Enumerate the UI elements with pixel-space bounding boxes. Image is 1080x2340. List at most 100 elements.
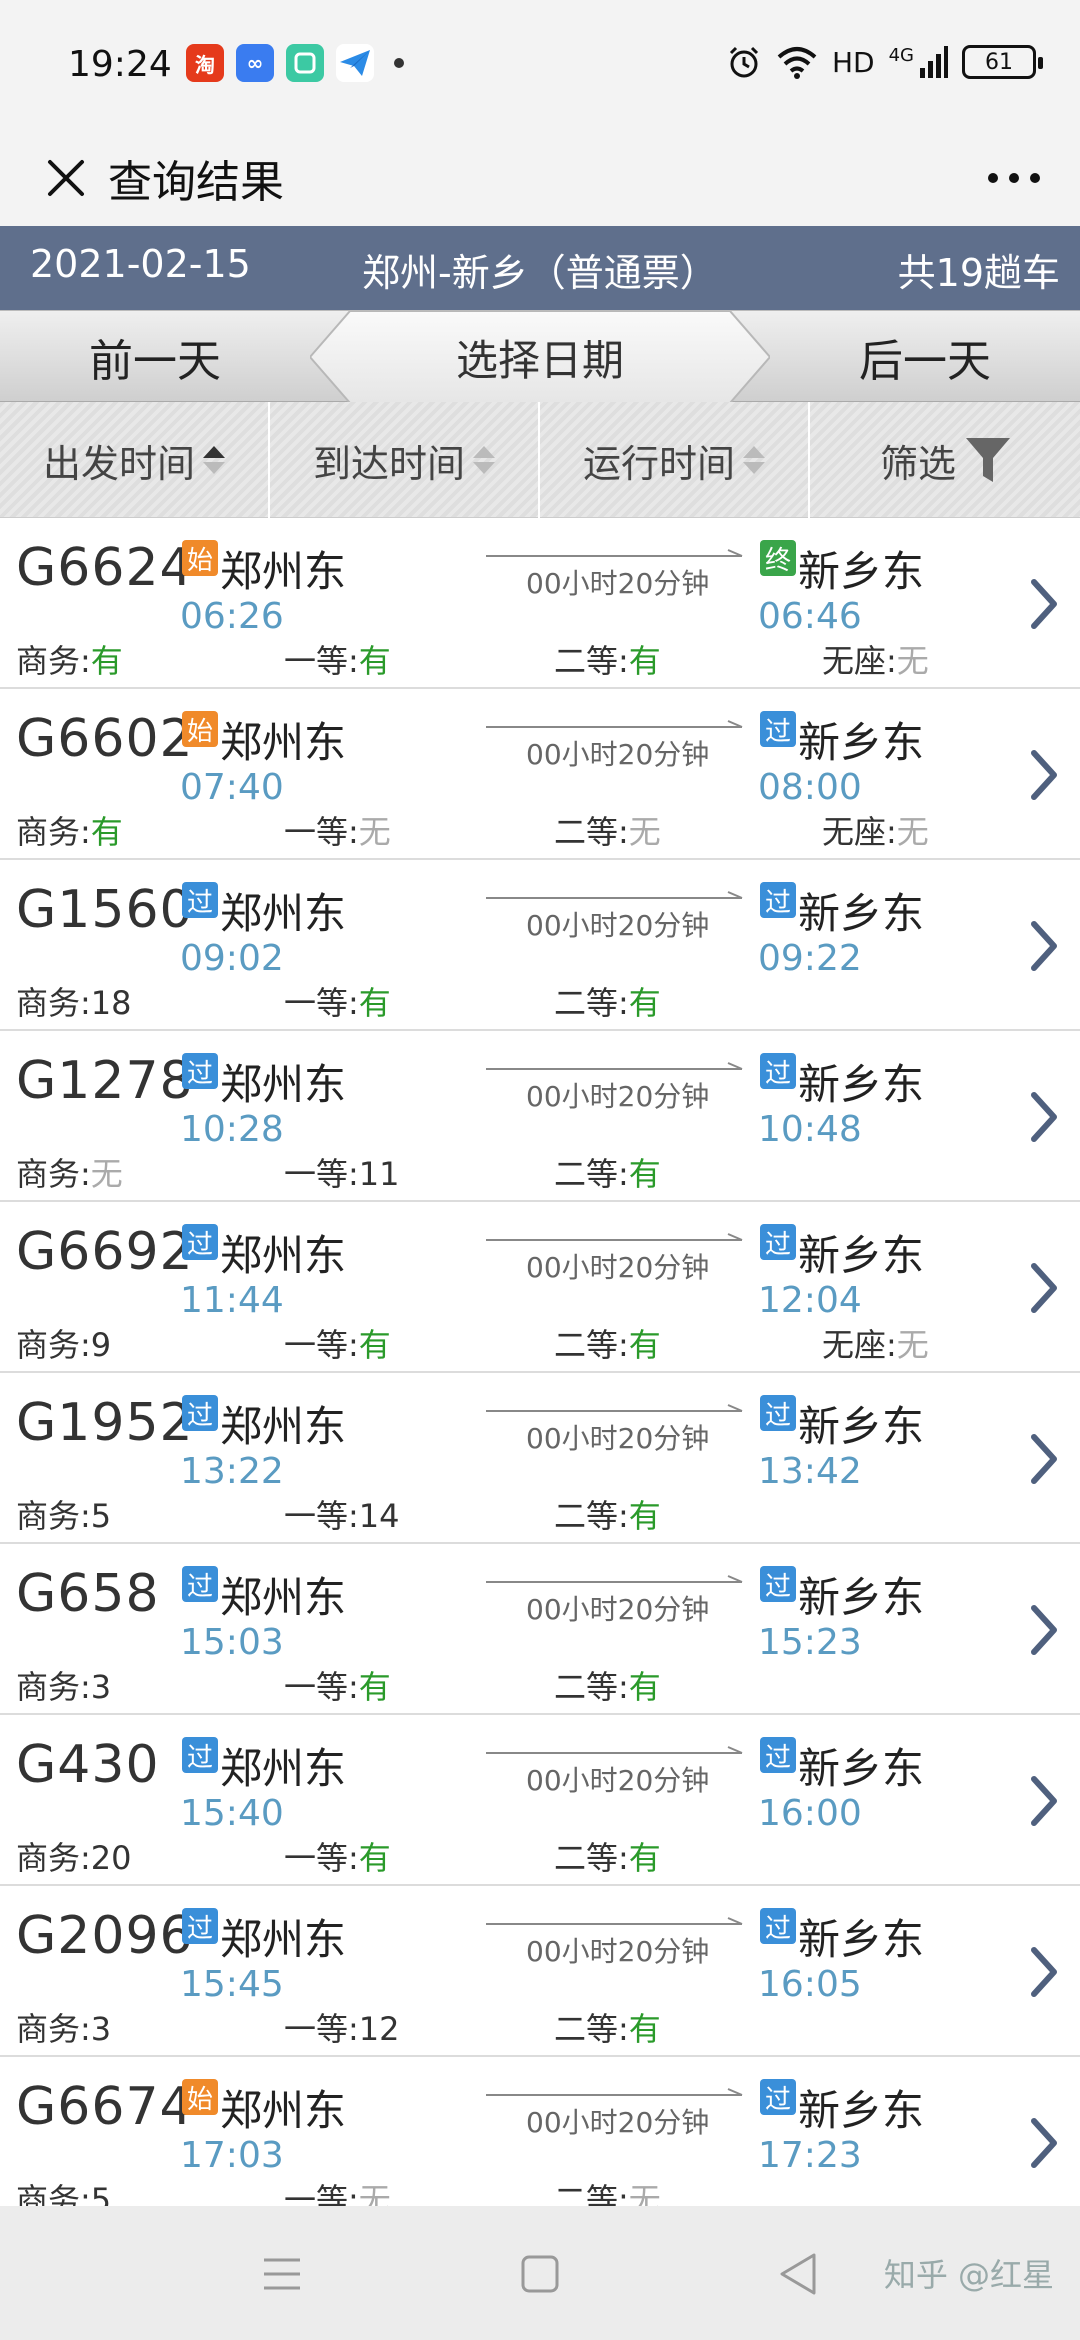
- train-row[interactable]: G6602 始郑州东 07:40 00小时20分钟过新乡东 08:00 商务:有 一等:无二…: [0, 689, 1080, 860]
- signal-label: 4G: [888, 44, 914, 66]
- back-icon: [780, 2253, 816, 2295]
- depart-station: 郑州东: [220, 1402, 347, 1451]
- duration: 00小时20分钟: [526, 2106, 710, 2139]
- seat-business-label: 商务:: [16, 1668, 91, 1706]
- seat-second-value: 有: [628, 2010, 661, 2048]
- prev-day-button[interactable]: 前一天: [0, 311, 310, 403]
- duration: 00小时20分钟: [526, 1251, 710, 1284]
- depart-station: 郑州东: [220, 1915, 347, 1964]
- sort-depart-time[interactable]: 出发时间: [0, 402, 270, 518]
- depart-badge: 始: [182, 2079, 218, 2115]
- depart-badge: 过: [182, 1566, 218, 1602]
- more-button[interactable]: [974, 138, 1054, 218]
- seat-business: 商务:无: [16, 1149, 123, 1195]
- seat-first-value: 12: [358, 2010, 400, 2048]
- train-row[interactable]: G430 过郑州东 15:40 00小时20分钟过新乡东 16:00 商务:20 一等:有二…: [0, 1715, 1080, 1886]
- seat-first-value: 有: [358, 1326, 391, 1364]
- depart-time: 09:02: [180, 938, 284, 979]
- chevron-right-icon: [1031, 921, 1057, 971]
- select-date-button[interactable]: 选择日期: [310, 311, 770, 403]
- seat-second-label: 二等:: [554, 1155, 629, 1193]
- arrive-time: 10:48: [758, 1109, 862, 1150]
- network-type: HD: [831, 45, 875, 79]
- seat-first: 一等:有: [284, 1320, 391, 1366]
- seat-business: 商务:3: [16, 1662, 111, 1708]
- sort-duration[interactable]: 运行时间: [540, 402, 810, 518]
- arrive-time: 17:23: [758, 2135, 862, 2176]
- sort-arrive-time[interactable]: 到达时间: [270, 402, 540, 518]
- seat-first-label: 一等:: [284, 1668, 359, 1706]
- seat-business-value: 5: [90, 2181, 112, 2206]
- arrive-badge: 终: [760, 540, 796, 576]
- seat-first-label: 一等:: [284, 2010, 359, 2048]
- menu-button[interactable]: [242, 2236, 322, 2312]
- arrive-badge: 过: [760, 1737, 796, 1773]
- chevron-right-icon: [1031, 1263, 1057, 1313]
- seat-business: 商务:有: [16, 807, 123, 853]
- page-title: 查询结果: [108, 157, 284, 208]
- arrive-badge: 过: [760, 1395, 796, 1431]
- train-row[interactable]: G1560 过郑州东 09:02 00小时20分钟过新乡东 09:22 商务:18 一等:有…: [0, 860, 1080, 1031]
- watermark: 知乎 @红星: [883, 2256, 1054, 2294]
- sort-depart-label: 出发时间: [42, 441, 195, 486]
- seat-second: 二等:有: [554, 636, 661, 682]
- duration: 00小时20分钟: [526, 1593, 710, 1626]
- arrive-station: 新乡东: [798, 2086, 925, 2135]
- seat-second: 二等:有: [554, 978, 661, 1024]
- arrive-station: 新乡东: [798, 889, 925, 938]
- arrive-badge: 过: [760, 2079, 796, 2115]
- depart-badge: 过: [182, 1224, 218, 1260]
- close-button[interactable]: [26, 138, 106, 218]
- seat-first: 一等:14: [284, 1491, 400, 1537]
- train-number: G6692: [16, 1222, 194, 1282]
- seat-noseat-value: 无: [896, 642, 929, 680]
- train-row[interactable]: G1952 过郑州东 13:22 00小时20分钟过新乡东 13:42 商务:5 一等:14…: [0, 1373, 1080, 1544]
- seat-first-label: 一等:: [284, 1155, 359, 1193]
- train-row[interactable]: G6624 始郑州东 06:26 00小时20分钟终新乡东 06:46 商务:有 一等:有二…: [0, 518, 1080, 689]
- seat-second-value: 有: [628, 984, 661, 1022]
- seat-second-label: 二等:: [554, 1668, 629, 1706]
- seat-second-label: 二等:: [554, 2181, 629, 2206]
- train-number: G1278: [16, 1051, 194, 1111]
- depart-station: 郑州东: [220, 1060, 347, 1109]
- seat-second-label: 二等:: [554, 2010, 629, 2048]
- filter-button[interactable]: 筛选: [810, 402, 1080, 518]
- system-nav-bar: 知乎 @红星: [0, 2206, 1080, 2340]
- train-row[interactable]: G6674 始郑州东 17:03 00小时20分钟过新乡东 17:23 商务:5 一等:无二…: [0, 2057, 1080, 2206]
- next-day-button[interactable]: 后一天: [770, 311, 1080, 403]
- sort-arrive-label: 到达时间: [312, 441, 465, 486]
- seat-business-value: 3: [90, 1668, 112, 1706]
- more-icon: [988, 173, 1040, 183]
- depart-time: 15:03: [180, 1622, 284, 1663]
- depart-badge: 过: [182, 1908, 218, 1944]
- depart-badge: 过: [182, 882, 218, 918]
- chevron-right-icon: [1031, 1947, 1057, 1997]
- close-icon: [48, 160, 84, 196]
- arrive-time: 15:23: [758, 1622, 862, 1663]
- back-button[interactable]: [758, 2236, 838, 2312]
- seat-second-value: 无: [628, 813, 661, 851]
- home-button[interactable]: [500, 2236, 580, 2312]
- seat-business-value: 有: [90, 642, 123, 680]
- depart-time: 13:22: [180, 1451, 284, 1492]
- seat-first: 一等:11: [284, 1149, 400, 1195]
- sort-arrows-icon: [473, 446, 495, 474]
- duration: 00小时20分钟: [526, 1935, 710, 1968]
- seat-first-label: 一等:: [284, 813, 359, 851]
- seat-second: 二等:无: [554, 2175, 661, 2206]
- train-row[interactable]: G2096 过郑州东 15:45 00小时20分钟过新乡东 16:05 商务:3 一等:12…: [0, 1886, 1080, 2057]
- depart-badge: 始: [182, 540, 218, 576]
- arrive-badge: 过: [760, 882, 796, 918]
- train-row[interactable]: G658 过郑州东 15:03 00小时20分钟过新乡东 15:23 商务:3 一等:有 二等…: [0, 1544, 1080, 1715]
- seat-business-value: 18: [90, 984, 132, 1022]
- train-row[interactable]: G6692 过郑州东 11:44 00小时20分钟过新乡东 12:04 商务:9 一等:有二…: [0, 1202, 1080, 1373]
- status-time: 19:24: [68, 44, 172, 85]
- seat-first-value: 11: [358, 1155, 400, 1193]
- depart-time: 15:45: [180, 1964, 284, 2005]
- seat-noseat: 无座:无: [822, 636, 929, 682]
- seat-first: 一等:12: [284, 2004, 400, 2050]
- seat-second: 二等:有: [554, 1662, 661, 1708]
- seat-first: 一等:有: [284, 1662, 391, 1708]
- train-row[interactable]: G1278 过郑州东 10:28 00小时20分钟过新乡东 10:48 商务:无 一等:11…: [0, 1031, 1080, 1202]
- arrive-station: 新乡东: [798, 718, 925, 767]
